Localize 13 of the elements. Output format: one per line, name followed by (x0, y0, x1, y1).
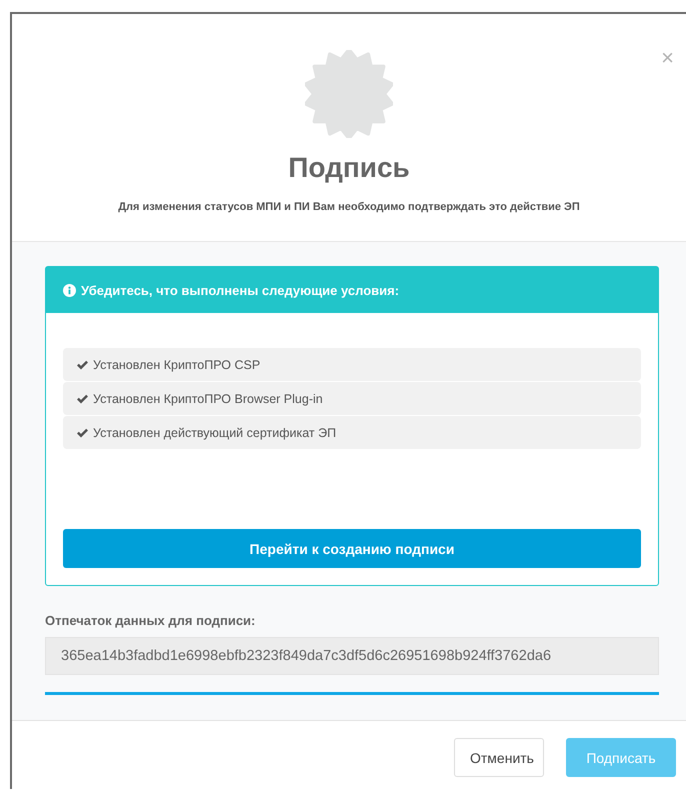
dialog-title: Подпись (288, 152, 410, 184)
requirement-label: Установлен КриптоПРО CSP (93, 358, 260, 372)
info-icon (63, 284, 76, 296)
seal-icon (305, 50, 393, 138)
requirement-label: Установлен КриптоПРО Browser Plug-in (93, 392, 323, 406)
close-button[interactable]: × (659, 48, 676, 68)
fingerprint-field[interactable]: 365ea14b3fadbd1e6998ebfb2323f849da7c3df5d6c26951698b924ff3762da6 (45, 637, 659, 675)
cancel-button[interactable]: Отменить (454, 738, 544, 777)
dialog-subtitle: Для изменения статусов МПИ и ПИ Вам необходимо подтверждать это действие ЭП (118, 201, 580, 213)
panel-heading: Убедитесь, что выполнены следующие условия: (81, 282, 400, 298)
fingerprint-label: Отпечаток данных для подписи: (45, 613, 256, 628)
requirement-label: Установлен действующий сертификат ЭП (93, 426, 336, 440)
create-signature-button[interactable]: Перейти к созданию подписи (63, 529, 641, 568)
